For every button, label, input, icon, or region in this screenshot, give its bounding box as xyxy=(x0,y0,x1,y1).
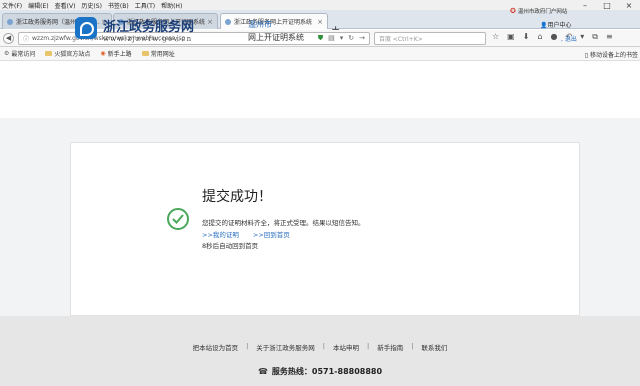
portal-link[interactable]: ✪ 温州市政府门户网站 xyxy=(510,7,567,15)
close-tab-icon[interactable]: × xyxy=(207,18,213,26)
system-name: 网上开证明系统 xyxy=(248,33,304,42)
bookmark-most-visited[interactable]: ⚙ 最常访问 xyxy=(4,49,35,58)
bookmark-common-sites[interactable]: 常用网址 xyxy=(141,49,175,58)
bookmark-label: 火狐官方站点 xyxy=(54,51,91,58)
mobile-bookmarks[interactable]: ▯ 移动设备上的书签 xyxy=(585,50,638,59)
bookmark-label: 最常访问 xyxy=(11,51,36,58)
screenshot-icon[interactable]: ⧉ xyxy=(592,32,598,42)
info-icon[interactable]: ⓘ xyxy=(23,34,29,43)
menu-help[interactable]: 帮助(H) xyxy=(161,1,182,10)
library-icon[interactable]: ▣ xyxy=(507,32,515,42)
portal-link-label: 温州市政府门户网站 xyxy=(517,9,568,15)
search-input[interactable]: 百度 <Ctrl+K> xyxy=(374,32,486,45)
separator: | xyxy=(411,342,414,350)
folder-icon xyxy=(45,51,53,56)
toolbar-icons: ☆ ▣ ⬇ ⌂ ● ↶ ▾ ⧉ ≡ xyxy=(492,32,613,42)
bookmark-star-icon[interactable]: ☆ xyxy=(492,32,499,42)
bookmarks-toolbar: ⚙ 最常访问 火狐官方站点 ◉ 新手上路 常用网址 ▯ 移动设备上的书签 xyxy=(0,47,640,61)
back-icon[interactable]: ◀ xyxy=(3,33,14,44)
emblem-icon: ✪ xyxy=(510,7,516,15)
bookmark-label: 常用网址 xyxy=(150,51,175,58)
menu-bookmarks[interactable]: 书签(B) xyxy=(108,1,129,10)
footer-link-statement[interactable]: 本站申明 xyxy=(333,342,359,352)
addon-icon[interactable]: ▾ xyxy=(580,32,584,42)
maximize-icon[interactable]: □ xyxy=(596,0,618,10)
gear-icon: ⚙ xyxy=(4,50,10,57)
logo-icon[interactable] xyxy=(75,17,97,39)
close-tab-icon[interactable]: × xyxy=(317,18,323,26)
success-message: 您提交的证明材料齐全，将正式受理。结果以短信告知。 xyxy=(202,219,365,227)
logo-title[interactable]: 浙江政务服务网 xyxy=(103,16,194,35)
footer-link-set-home[interactable]: 把本站设为首页 xyxy=(193,342,239,352)
close-window-icon[interactable]: × xyxy=(618,0,640,10)
separator: | xyxy=(367,342,370,350)
home-icon[interactable]: ⌂ xyxy=(537,32,542,42)
hotline-text: 服务热线：0571-88808880 xyxy=(271,367,383,376)
favicon-icon xyxy=(7,18,13,25)
user-center-label: 用户中心 xyxy=(547,22,572,29)
bookmark-label: 新手上路 xyxy=(107,51,132,58)
logo-subtitle: www.zjzwfw.gov.cn xyxy=(103,35,193,43)
city-link[interactable]: 温州市 xyxy=(248,19,272,30)
separator: | xyxy=(246,342,249,350)
success-title: 提交成功！ xyxy=(202,189,272,205)
separator: | xyxy=(322,342,325,350)
folder-icon xyxy=(141,51,149,56)
menu-view[interactable]: 查看(V) xyxy=(55,1,76,10)
tab-3-active[interactable]: 浙江政务服务网上开证明系统 × xyxy=(220,13,328,29)
minimize-icon[interactable]: – xyxy=(574,0,596,10)
favicon-icon xyxy=(225,18,231,25)
menu-history[interactable]: 历史(S) xyxy=(81,1,102,10)
countdown-text: 8秒后自动回到首页 xyxy=(202,242,259,250)
download-icon[interactable]: ⬇ xyxy=(523,32,530,42)
menu-tools[interactable]: 工具(T) xyxy=(135,1,155,10)
footer-link-about[interactable]: 关于浙江政务服务网 xyxy=(256,342,315,352)
my-certificates-link[interactable]: >>我的证明 xyxy=(202,229,239,239)
result-card xyxy=(70,142,580,316)
result-links: >>我的证明 >>回到首页 xyxy=(202,229,290,239)
site-header xyxy=(0,62,640,118)
logout-link[interactable]: , 退出 xyxy=(561,34,577,43)
bookmark-label: 移动设备上的书签 xyxy=(589,52,638,59)
arrow-icon[interactable]: → xyxy=(359,34,365,43)
bookmark-getting-started[interactable]: ◉ 新手上路 xyxy=(100,49,131,58)
window-controls: – □ × xyxy=(574,0,640,10)
tab-label: 浙江政务服务网上开证明系统 xyxy=(234,19,313,26)
open-menu-icon[interactable]: ≡ xyxy=(606,32,613,42)
shield-icon[interactable]: ⛊ xyxy=(318,34,323,43)
firefox-icon: ◉ xyxy=(100,50,106,57)
check-circle-icon xyxy=(167,208,189,230)
search-placeholder: 百度 <Ctrl+K> xyxy=(379,36,423,43)
reload-icon[interactable]: ↻ xyxy=(348,34,354,43)
phone-icon: ☎ xyxy=(257,367,268,376)
chat-icon[interactable]: ● xyxy=(551,32,558,42)
back-home-link[interactable]: >>回到首页 xyxy=(253,229,290,239)
footer-link-contact[interactable]: 联系我们 xyxy=(421,342,447,352)
reader-icon[interactable]: ▤ xyxy=(328,34,335,43)
footer-links: 把本站设为首页 | 关于浙江政务服务网 | 本站申明 | 新手指南 | 联系我们 xyxy=(0,342,640,352)
footer-link-guide[interactable]: 新手指南 xyxy=(377,342,403,352)
url-icons: ⛊ ▤ ▾ ↻ → xyxy=(318,34,365,43)
dropdown-icon[interactable]: ▾ xyxy=(340,34,344,43)
menu-edit[interactable]: 编辑(E) xyxy=(28,1,48,10)
hotline: ☎ 服务热线：0571-88808880 xyxy=(0,366,640,377)
bookmark-firefox[interactable]: 火狐官方站点 xyxy=(45,49,90,58)
menu-file[interactable]: 文件(F) xyxy=(2,1,22,10)
logout-label: 退出 xyxy=(564,36,577,43)
user-center-link[interactable]: 👤用户中心 xyxy=(540,20,572,29)
